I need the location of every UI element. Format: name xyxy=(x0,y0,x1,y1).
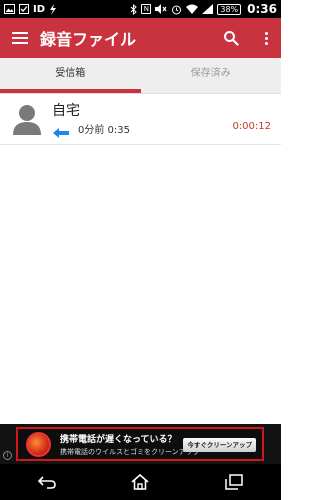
list-item[interactable]: 自宅 0分前 0:35 0:00:12 xyxy=(0,94,281,145)
bluetooth-icon xyxy=(130,3,138,15)
ad-title: 携帯電話が遅くなっている？ xyxy=(60,435,177,445)
avatar-icon xyxy=(10,102,44,136)
ad-info-icon[interactable]: i xyxy=(3,451,12,460)
call-time: 0分前 0:35 xyxy=(78,125,130,136)
home-icon[interactable] xyxy=(120,467,160,497)
tab-saved-label: 保存済み xyxy=(190,68,231,79)
lightning-icon xyxy=(49,3,57,15)
recording-list: 自宅 0分前 0:35 0:00:12 xyxy=(0,94,281,145)
wifi-icon xyxy=(186,3,199,15)
tab-inbox-label: 受信箱 xyxy=(55,68,86,79)
image-icon xyxy=(4,3,15,15)
signal-icon xyxy=(202,3,214,15)
nfc-icon: N xyxy=(141,4,152,14)
clock: 0:36 xyxy=(247,2,277,16)
hamburger-menu-icon[interactable] xyxy=(0,18,40,58)
system-nav-bar xyxy=(0,464,281,500)
incoming-arrow-icon xyxy=(53,123,69,138)
page-title: 録音ファイル xyxy=(40,30,137,49)
recent-apps-icon[interactable] xyxy=(214,467,254,497)
battery-indicator: 38% xyxy=(217,3,242,15)
ad-logo-icon xyxy=(26,432,51,457)
status-bar-left: ID xyxy=(4,3,57,15)
call-duration: 0:00:12 xyxy=(232,121,271,132)
app-bar: 録音ファイル xyxy=(0,18,281,58)
checkbox-icon xyxy=(19,3,29,15)
id-label: ID xyxy=(33,3,46,15)
tab-saved[interactable]: 保存済み xyxy=(141,58,282,93)
tab-inbox[interactable]: 受信箱 xyxy=(0,58,141,93)
more-options-icon[interactable] xyxy=(251,18,281,58)
ad-subtitle: 携帯電話のウイルスとゴミをクリーンアップ xyxy=(60,448,200,456)
tab-bar: 受信箱 保存済み xyxy=(0,58,281,94)
active-tab-indicator xyxy=(0,89,141,93)
search-icon[interactable] xyxy=(211,18,251,58)
alarm-icon xyxy=(171,3,182,15)
status-bar: ID N 38% 0:36 xyxy=(0,0,281,18)
ad-banner[interactable]: i 携帯電話が遅くなっている？ 携帯電話のウイルスとゴミをクリーンアップ 今すぐ… xyxy=(0,424,281,464)
ad-cta-button[interactable]: 今すぐクリーンアップ xyxy=(183,438,256,452)
status-bar-right: N 38% 0:36 xyxy=(130,2,277,16)
mute-icon xyxy=(155,3,167,15)
back-icon[interactable] xyxy=(27,467,67,497)
ad-frame[interactable]: 携帯電話が遅くなっている？ 携帯電話のウイルスとゴミをクリーンアップ 今すぐクリ… xyxy=(16,427,264,461)
contact-name: 自宅 xyxy=(52,103,80,119)
